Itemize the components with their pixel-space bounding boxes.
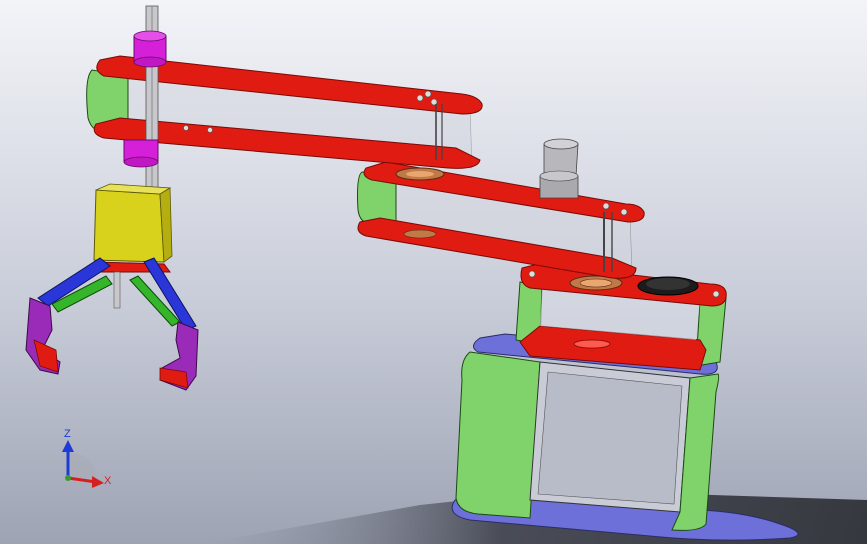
- triad-z-label: Z: [64, 428, 71, 440]
- gripper-body: [93, 189, 165, 263]
- elbow-motor: [539, 138, 579, 199]
- base-left-green-panel: [455, 351, 541, 519]
- triad-x-label: X: [104, 475, 112, 487]
- cad-viewport[interactable]: Z X: [0, 0, 867, 544]
